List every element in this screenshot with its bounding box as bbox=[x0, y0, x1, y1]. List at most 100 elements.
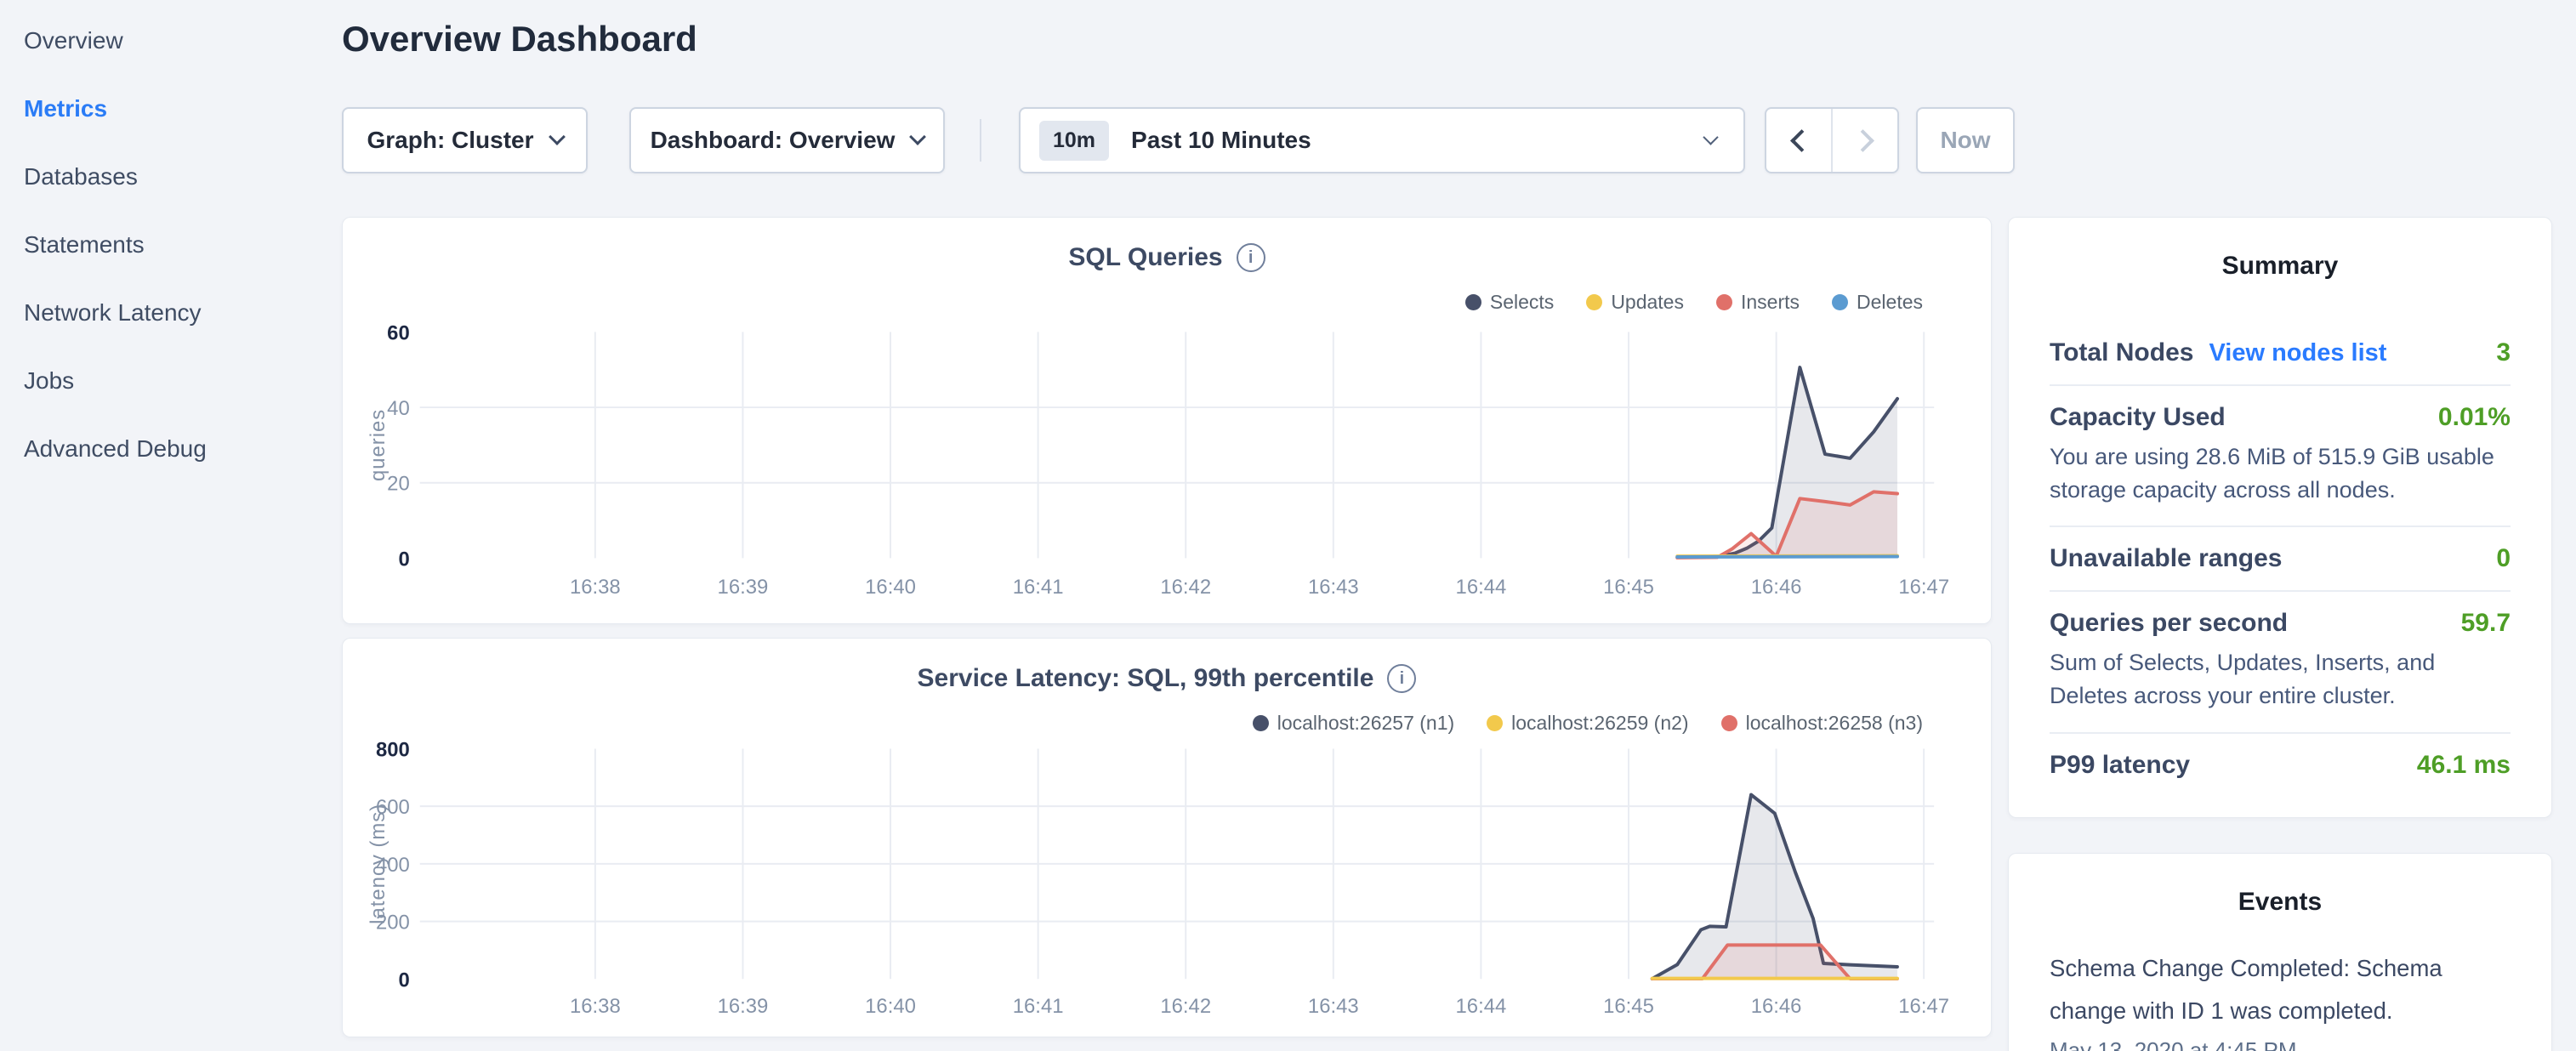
event-timestamp: May 13, 2020 at 4:45 PM bbox=[2050, 1037, 2511, 1051]
stat-row-queries-per-second: Queries per second 59.7 Sum of Selects, … bbox=[2050, 590, 2511, 731]
sql-queries-chart: 16:38 16:39 16:40 16:41 16:42 16:43 16:44 16:45… bbox=[343, 218, 1991, 623]
summary-title: Summary bbox=[2050, 252, 2511, 281]
svg-text:16:41: 16:41 bbox=[1013, 995, 1064, 1018]
legend-dot-icon bbox=[1721, 715, 1737, 731]
svg-text:16:44: 16:44 bbox=[1456, 995, 1507, 1018]
svg-text:40: 40 bbox=[387, 397, 410, 420]
sidebar-item-overview[interactable]: Overview bbox=[24, 27, 123, 54]
dashboard-dropdown-label: Dashboard: Overview bbox=[651, 127, 896, 154]
legend-dot-icon bbox=[1253, 715, 1269, 731]
svg-text:16:42: 16:42 bbox=[1160, 576, 1211, 599]
legend-item: Updates bbox=[1586, 291, 1684, 314]
view-nodes-link[interactable]: View nodes list bbox=[2209, 339, 2386, 367]
legend-dot-icon bbox=[1716, 294, 1732, 310]
stat-value: 0 bbox=[2496, 544, 2511, 573]
svg-text:16:38: 16:38 bbox=[570, 995, 621, 1018]
svg-text:16:39: 16:39 bbox=[718, 576, 769, 599]
stat-value: 59.7 bbox=[2461, 609, 2511, 638]
time-range-selector[interactable]: 10m Past 10 Minutes bbox=[1019, 107, 1745, 173]
sidebar-item-databases[interactable]: Databases bbox=[24, 163, 138, 190]
time-nav-group bbox=[1765, 107, 1899, 173]
info-icon[interactable]: i bbox=[1387, 664, 1416, 693]
stat-description: You are using 28.6 MiB of 515.9 GiB usab… bbox=[2050, 440, 2511, 507]
stat-label: P99 latency bbox=[2050, 751, 2190, 780]
legend-item: localhost:26259 (n2) bbox=[1487, 712, 1688, 735]
svg-text:16:47: 16:47 bbox=[1898, 995, 1949, 1018]
dashboard-dropdown[interactable]: Dashboard: Overview bbox=[629, 107, 945, 173]
sidebar-item-jobs[interactable]: Jobs bbox=[24, 367, 74, 395]
legend-dot-icon bbox=[1487, 715, 1503, 731]
chart-title: Service Latency: SQL, 99th percentile bbox=[918, 664, 1374, 693]
legend-item: localhost:26258 (n3) bbox=[1721, 712, 1923, 735]
legend-dot-icon bbox=[1586, 294, 1602, 310]
svg-text:16:39: 16:39 bbox=[718, 995, 769, 1018]
page-title: Overview Dashboard bbox=[342, 19, 697, 60]
graph-dropdown-label: Graph: Cluster bbox=[367, 127, 533, 154]
svg-text:20: 20 bbox=[387, 473, 410, 496]
svg-text:0: 0 bbox=[399, 969, 410, 991]
legend-item: Selects bbox=[1465, 291, 1554, 314]
svg-text:16:40: 16:40 bbox=[865, 576, 916, 599]
time-range-label: Past 10 Minutes bbox=[1131, 127, 1311, 154]
svg-text:16:40: 16:40 bbox=[865, 995, 916, 1018]
next-time-button[interactable] bbox=[1831, 109, 1897, 172]
sidebar-item-metrics[interactable]: Metrics bbox=[24, 95, 107, 122]
svg-text:latency (ms): latency (ms) bbox=[367, 804, 390, 924]
svg-text:16:47: 16:47 bbox=[1898, 576, 1949, 599]
svg-text:800: 800 bbox=[376, 738, 410, 761]
svg-text:16:43: 16:43 bbox=[1308, 576, 1359, 599]
prev-time-button[interactable] bbox=[1766, 109, 1831, 172]
stat-label: Queries per second bbox=[2050, 609, 2288, 638]
event-item[interactable]: Schema Change Completed: Schema change w… bbox=[2050, 947, 2511, 1051]
stat-label: Total Nodes bbox=[2050, 338, 2193, 367]
svg-text:60: 60 bbox=[387, 321, 410, 344]
graph-dropdown[interactable]: Graph: Cluster bbox=[342, 107, 588, 173]
time-range-badge: 10m bbox=[1039, 121, 1109, 161]
chevron-down-icon bbox=[549, 128, 566, 145]
legend-dot-icon bbox=[1465, 294, 1481, 310]
svg-text:16:45: 16:45 bbox=[1603, 576, 1654, 599]
legend-dot-icon bbox=[1832, 294, 1848, 310]
events-card: Events Schema Change Completed: Schema c… bbox=[2008, 853, 2552, 1051]
info-icon[interactable]: i bbox=[1237, 243, 1265, 272]
stat-row-capacity-used: Capacity Used 0.01% You are using 28.6 M… bbox=[2050, 384, 2511, 526]
svg-text:queries: queries bbox=[367, 409, 390, 481]
now-button[interactable]: Now bbox=[1916, 107, 2015, 173]
sql-queries-chart-card: SQL Queries i Selects Updates Inserts Delet… bbox=[342, 217, 1992, 624]
overview-dashboard-page: Overview Metrics Databases Statements Ne… bbox=[0, 0, 2576, 1051]
events-title: Events bbox=[2050, 888, 2511, 917]
svg-text:16:41: 16:41 bbox=[1013, 576, 1064, 599]
toolbar-divider bbox=[980, 119, 981, 162]
stat-value: 46.1 ms bbox=[2417, 751, 2511, 780]
legend-item: Inserts bbox=[1716, 291, 1800, 314]
stat-description: Sum of Selects, Updates, Inserts, and De… bbox=[2050, 646, 2511, 713]
event-message: Schema Change Completed: Schema change w… bbox=[2050, 947, 2475, 1032]
stat-label: Unavailable ranges bbox=[2050, 544, 2282, 573]
chevron-right-icon bbox=[1851, 129, 1874, 152]
svg-text:16:43: 16:43 bbox=[1308, 995, 1359, 1018]
svg-text:16:46: 16:46 bbox=[1751, 576, 1802, 599]
stat-label: Capacity Used bbox=[2050, 403, 2226, 432]
chart-title: SQL Queries bbox=[1068, 243, 1222, 272]
svg-text:16:44: 16:44 bbox=[1456, 576, 1507, 599]
legend-item: Deletes bbox=[1832, 291, 1923, 314]
stat-row-unavailable-ranges: Unavailable ranges 0 bbox=[2050, 526, 2511, 590]
sidebar-item-advanced-debug[interactable]: Advanced Debug bbox=[24, 435, 207, 463]
stat-row-total-nodes: Total Nodes View nodes list 3 bbox=[2050, 321, 2511, 384]
svg-text:16:38: 16:38 bbox=[570, 576, 621, 599]
legend-item: localhost:26257 (n1) bbox=[1253, 712, 1454, 735]
summary-card: Summary Total Nodes View nodes list 3 Ca… bbox=[2008, 217, 2552, 818]
service-latency-chart: 16:38 16:39 16:40 16:41 16:42 16:43 16:44 16:45… bbox=[343, 639, 1991, 1037]
svg-text:16:42: 16:42 bbox=[1160, 995, 1211, 1018]
stat-value: 3 bbox=[2496, 338, 2511, 367]
sidebar-item-statements[interactable]: Statements bbox=[24, 231, 145, 258]
chevron-left-icon bbox=[1790, 129, 1813, 152]
chart-legend: localhost:26257 (n1) localhost:26259 (n2)… bbox=[1253, 712, 1923, 735]
svg-text:0: 0 bbox=[398, 548, 409, 571]
chart-legend: Selects Updates Inserts Deletes bbox=[1465, 291, 1923, 314]
svg-text:16:45: 16:45 bbox=[1603, 995, 1654, 1018]
sidebar-item-network-latency[interactable]: Network Latency bbox=[24, 299, 202, 327]
stat-row-p99-latency: P99 latency 46.1 ms bbox=[2050, 732, 2511, 797]
chevron-down-icon bbox=[1703, 129, 1718, 145]
stat-value: 0.01% bbox=[2438, 403, 2511, 432]
